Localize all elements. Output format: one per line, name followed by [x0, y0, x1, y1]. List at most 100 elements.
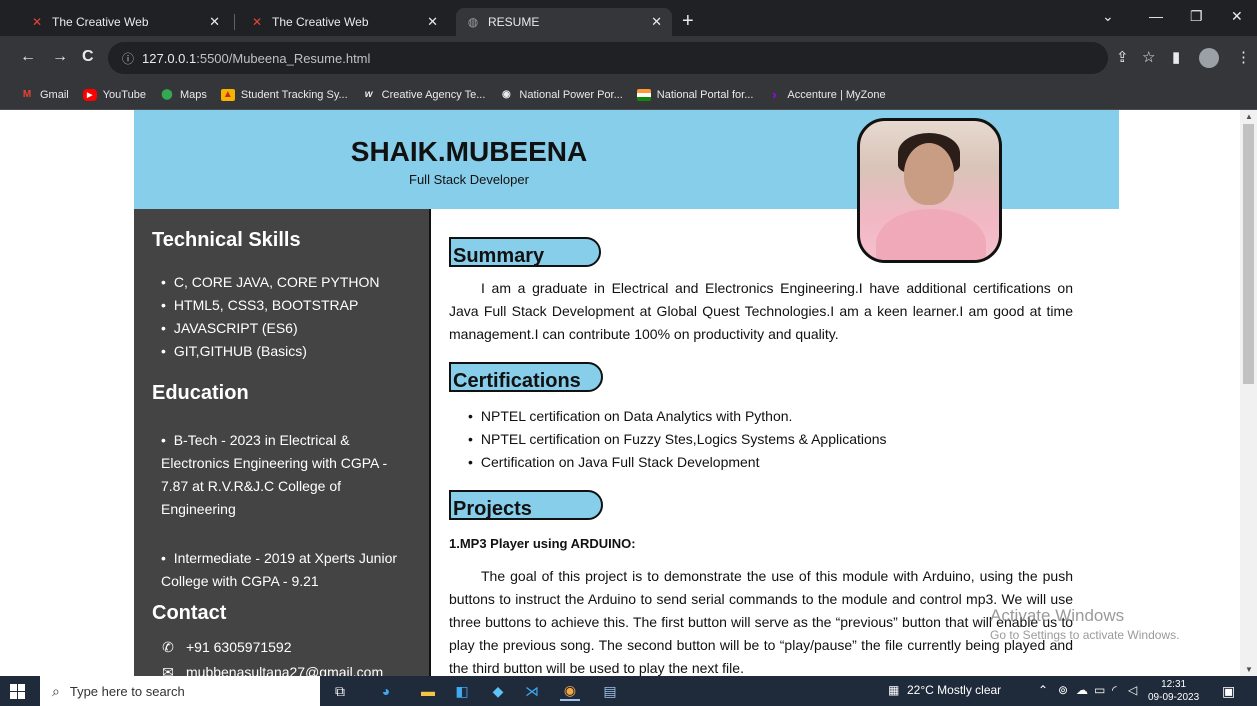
bookmark-national-power[interactable]: ◉ National Power Por... — [499, 88, 623, 101]
notifications-icon[interactable]: ▣ — [1222, 683, 1235, 700]
project-description: The goal of this project is to demonstra… — [449, 568, 1073, 676]
gmail-icon: M — [22, 89, 32, 100]
wifi-icon[interactable]: ◜ — [1112, 683, 1117, 697]
skills-heading: Technical Skills — [152, 229, 301, 251]
photo-face — [904, 143, 954, 205]
network-icon[interactable]: ⊚ — [1058, 683, 1068, 697]
bookmark-label: Maps — [179, 88, 207, 101]
address-bar[interactable]: ⓘ 127.0.0.1 :5500/Mubeena_Resume.html — [108, 42, 1108, 74]
battery-icon[interactable]: ▭ — [1094, 683, 1105, 697]
edge-browser-icon[interactable]: ◕ — [376, 681, 396, 701]
bookmark-label: Accenture | MyZone — [787, 88, 886, 101]
microsoft-store-icon[interactable]: ◧ — [452, 681, 472, 701]
url-host: 127.0.0.1 — [142, 50, 197, 66]
accenture-icon: › — [772, 87, 777, 102]
bookmark-gmail[interactable]: M Gmail — [20, 89, 69, 101]
close-window-icon[interactable]: ✕ — [1231, 8, 1243, 25]
weather-status[interactable]: 22°C Mostly clear — [907, 683, 1001, 697]
windows-start-icon[interactable] — [10, 684, 25, 699]
contact-email: ✉ mubbenasultana27@gmail.com — [160, 663, 384, 677]
summary-heading: Summary — [449, 237, 601, 267]
bookmark-creative-agency[interactable]: w Creative Agency Te... — [362, 89, 486, 101]
bullet: • — [161, 432, 174, 448]
menu-kebab-icon[interactable]: ⋮ — [1236, 48, 1251, 66]
chrome-icon[interactable]: ◉ — [560, 681, 580, 701]
tab-the-creative-web-1[interactable]: ✕ The Creative Web ✕ — [20, 8, 230, 36]
contact-phone: ✆ +91 6305971592 — [160, 638, 291, 656]
bookmark-youtube[interactable]: ▶ YouTube — [82, 88, 146, 101]
taskbar-search-input[interactable]: ⌕ Type here to search — [40, 676, 320, 706]
phone-icon: ✆ — [162, 638, 174, 655]
side-panel-icon[interactable]: ▮ — [1172, 48, 1180, 66]
close-tab-icon[interactable]: ✕ — [427, 14, 438, 30]
back-arrow-icon[interactable]: ← — [20, 48, 36, 66]
activate-windows-watermark: Activate Windows Go to Settings to activ… — [990, 606, 1179, 642]
tab-the-creative-web-2[interactable]: ✕ The Creative Web ✕ — [240, 8, 448, 36]
tab-resume[interactable]: ◍ RESUME ✕ — [456, 8, 672, 36]
scroll-up-icon[interactable]: ▲ — [1245, 112, 1253, 121]
email-address: mubbenasultana27@gmail.com — [186, 664, 384, 676]
bookmark-student-tracking[interactable]: ▲ Student Tracking Sy... — [220, 88, 348, 101]
tab-title: RESUME — [488, 15, 540, 29]
maps-icon: ⬤ — [161, 89, 173, 100]
bookmark-label: Gmail — [40, 88, 69, 101]
education-item: • B-Tech - 2023 in Electrical & Electron… — [161, 429, 411, 521]
bookmark-star-icon[interactable]: ☆ — [1142, 48, 1155, 66]
onedrive-icon[interactable]: ☁ — [1076, 683, 1088, 697]
education-text: B-Tech - 2023 in Electrical & Electronic… — [161, 432, 388, 517]
volume-icon[interactable]: ◁ — [1128, 683, 1137, 697]
browser-toolbar: ← → C ⓘ 127.0.0.1 :5500/Mubeena_Resume.h… — [0, 36, 1257, 80]
bookmark-label: National Portal for... — [656, 88, 754, 101]
watermark-subtitle: Go to Settings to activate Windows. — [990, 628, 1180, 642]
profile-photo — [857, 118, 1002, 263]
close-tab-icon[interactable]: ✕ — [209, 14, 220, 30]
page-scrollbar[interactable]: ▲ ▼ — [1240, 110, 1257, 676]
education-text: Intermediate - 2019 at Xperts Junior Col… — [161, 550, 398, 589]
tray-chevron-up-icon[interactable]: ⌃ — [1038, 683, 1048, 697]
tab-search-chevron-icon[interactable]: ⌄ — [1102, 8, 1114, 25]
close-tab-icon[interactable]: ✕ — [651, 14, 662, 30]
list-item: GIT,GITHUB (Basics) — [161, 340, 380, 363]
tab-title: The Creative Web — [52, 15, 149, 29]
forward-arrow-icon[interactable]: → — [52, 48, 68, 66]
bookmark-national-portal[interactable]: National Portal for... — [636, 88, 754, 101]
globe-favicon-icon: ◍ — [467, 15, 479, 29]
list-item: JAVASCRIPT (ES6) — [161, 317, 380, 340]
national-portal-icon — [636, 88, 651, 101]
file-explorer-icon[interactable]: ▬ — [418, 681, 438, 701]
scroll-down-icon[interactable]: ▼ — [1245, 665, 1253, 674]
mail-icon: ✉ — [162, 663, 174, 677]
minimize-icon[interactable]: — — [1149, 8, 1163, 24]
resume-role: Full Stack Developer — [409, 172, 529, 187]
profile-avatar[interactable] — [1199, 48, 1219, 68]
info-icon[interactable]: ⓘ — [122, 50, 134, 67]
summary-text: I am a graduate in Electrical and Electr… — [449, 280, 1073, 342]
search-icon: ⌕ — [52, 682, 60, 699]
taskbar-clock[interactable]: 12:31 09-09-2023 — [1148, 678, 1199, 704]
bookmark-label: YouTube — [102, 88, 146, 101]
project-title: 1.MP3 Player using ARDUINO: — [449, 536, 636, 551]
resume-page: SHAIK.MUBEENA Full Stack Developer Techn… — [134, 110, 1119, 676]
weather-icon[interactable]: ▦ — [888, 683, 899, 697]
notepad-icon[interactable]: ▤ — [600, 681, 620, 701]
contact-heading: Contact — [152, 602, 227, 624]
search-placeholder: Type here to search — [69, 683, 185, 699]
national-power-icon: ◉ — [502, 89, 511, 100]
list-item: NPTEL certification on Fuzzy Stes,Logics… — [468, 428, 887, 451]
share-icon[interactable]: ⇪ — [1116, 48, 1129, 66]
reload-icon[interactable]: C — [82, 48, 94, 66]
scrollbar-thumb[interactable] — [1243, 124, 1254, 384]
bookmark-maps[interactable]: ⬤ Maps — [160, 89, 207, 101]
restore-icon[interactable]: ❐ — [1190, 8, 1203, 25]
new-tab-button[interactable]: + — [682, 10, 694, 33]
app-icon[interactable]: ◆ — [488, 681, 508, 701]
resume-sidebar: Technical Skills C, CORE JAVA, CORE PYTH… — [134, 209, 429, 676]
bookmark-label: Student Tracking Sy... — [240, 88, 348, 101]
bullet: • — [161, 550, 174, 566]
bookmark-accenture[interactable]: › Accenture | MyZone — [767, 87, 886, 102]
bookmark-label: National Power Por... — [519, 88, 623, 101]
vscode-icon[interactable]: ⋊ — [522, 681, 542, 701]
task-view-icon[interactable]: ⧉ — [330, 681, 350, 701]
certifications-heading: Certifications — [449, 362, 603, 392]
creative-web-favicon-icon: ✕ — [251, 15, 263, 29]
